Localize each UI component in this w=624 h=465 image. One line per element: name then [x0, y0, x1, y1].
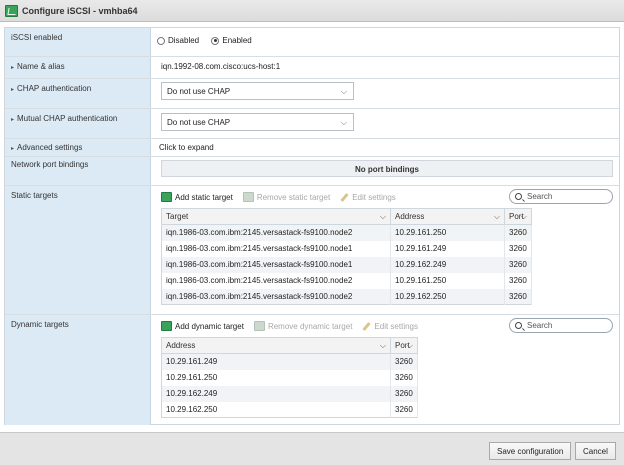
row-port-bindings: Network port bindings No port bindings [5, 157, 619, 186]
title-bar: Configure iSCSI - vmhba64 [0, 0, 624, 22]
row-advanced: ▸ Advanced settings Click to expand [5, 139, 619, 157]
remove-target-icon [242, 192, 254, 202]
table-row[interactable]: iqn.1986-03.com.ibm:2145.versastack-fs91… [161, 224, 532, 241]
add-target-icon [161, 192, 172, 202]
chap-label[interactable]: ▸ CHAP authentication [5, 79, 151, 108]
chevron-down-icon: ⌵ [493, 212, 500, 221]
static-targets-table: Target ⌵ Address ⌵ Port ⌵ iqn.1986-03.com.i… [161, 208, 532, 305]
remove-static-target-button[interactable]: Remove static target [242, 192, 330, 202]
row-mutual-chap: ▸ Mutual CHAP authentication Do not use C… [5, 109, 619, 139]
chevron-down-icon: ⌵ [340, 87, 347, 96]
row-iscsi-enabled: iSCSI enabled Disabled Enabled [5, 28, 619, 57]
dynamic-targets-table: Address ⌵ Port ⌵ 10.29.161.249 3260 10.29.1… [161, 337, 418, 418]
enabled-radio[interactable]: Enabled [211, 36, 252, 45]
chevron-down-icon: ⌵ [340, 118, 347, 127]
search-icon [515, 193, 522, 200]
disabled-radio[interactable]: Disabled [157, 36, 199, 45]
expand-caret-icon: ▸ [11, 146, 15, 152]
table-row[interactable]: 10.29.161.250 3260 [161, 369, 418, 386]
static-search-input[interactable]: Search [509, 189, 613, 204]
pencil-icon [362, 322, 371, 331]
expand-caret-icon: ▸ [11, 65, 15, 71]
radio-off-icon [157, 36, 165, 45]
config-form: iSCSI enabled Disabled Enabled ▸ Name & a… [4, 27, 620, 425]
pencil-icon [340, 193, 349, 202]
column-address[interactable]: Address ⌵ [161, 337, 391, 354]
cancel-button[interactable]: Cancel [575, 442, 616, 460]
add-dynamic-target-button[interactable]: Add dynamic target [161, 321, 244, 331]
port-bindings-label: Network port bindings [5, 157, 151, 185]
edit-static-settings-button[interactable]: Edit settings [340, 193, 396, 202]
table-row[interactable]: iqn.1986-03.com.ibm:2145.versastack-fs91… [161, 240, 532, 257]
column-target[interactable]: Target ⌵ [161, 208, 391, 225]
table-row[interactable]: iqn.1986-03.com.ibm:2145.versastack-fs91… [161, 288, 532, 305]
table-row[interactable]: iqn.1986-03.com.ibm:2145.versastack-fs91… [161, 272, 532, 289]
chap-select[interactable]: Do not use CHAP ⌵ [161, 82, 354, 100]
table-row[interactable]: 10.29.162.249 3260 [161, 385, 418, 402]
add-target-icon [161, 321, 172, 331]
chevron-down-icon: ⌵ [379, 212, 386, 221]
search-icon [515, 322, 522, 329]
table-row[interactable]: 10.29.161.249 3260 [161, 353, 418, 370]
save-configuration-button[interactable]: Save configuration [489, 442, 572, 460]
dialog-footer: Save configuration Cancel [0, 432, 624, 465]
expand-caret-icon: ▸ [11, 87, 15, 93]
table-row[interactable]: iqn.1986-03.com.ibm:2145.versastack-fs91… [161, 256, 532, 273]
no-port-bindings: No port bindings [161, 160, 613, 177]
mutual-chap-select[interactable]: Do not use CHAP ⌵ [161, 113, 354, 131]
click-to-expand-link[interactable]: Click to expand [159, 143, 214, 152]
dynamic-search-input[interactable]: Search [509, 318, 613, 333]
row-name-alias: ▸ Name & alias iqn.1992-08.com.cisco:ucs-… [5, 57, 619, 79]
chevron-down-icon: ⌵ [406, 341, 413, 350]
row-static-targets: Static targets Add static target Remove … [5, 186, 619, 315]
radio-on-icon [211, 36, 220, 45]
chevron-down-icon: ⌵ [520, 212, 527, 221]
iqn-name-value: iqn.1992-08.com.cisco:ucs-host:1 [161, 62, 281, 71]
column-port[interactable]: Port ⌵ [504, 208, 532, 225]
row-chap: ▸ CHAP authentication Do not use CHAP ⌵ [5, 79, 619, 109]
static-targets-toolbar: Add static target Remove static target E… [161, 191, 406, 203]
column-port[interactable]: Port ⌵ [390, 337, 418, 354]
dynamic-targets-toolbar: Add dynamic target Remove dynamic target… [161, 320, 428, 332]
vmware-host-icon [5, 4, 18, 17]
dynamic-targets-label: Dynamic targets [5, 315, 151, 425]
advanced-settings-label[interactable]: ▸ Advanced settings [5, 139, 151, 156]
expand-caret-icon: ▸ [11, 117, 15, 123]
edit-dynamic-settings-button[interactable]: Edit settings [362, 322, 418, 331]
remove-dynamic-target-button[interactable]: Remove dynamic target [253, 321, 352, 331]
table-row[interactable]: 10.29.162.250 3260 [161, 401, 418, 418]
remove-target-icon [253, 321, 265, 331]
mutual-chap-label[interactable]: ▸ Mutual CHAP authentication [5, 109, 151, 138]
column-address[interactable]: Address ⌵ [390, 208, 505, 225]
row-dynamic-targets: Dynamic targets Add dynamic target Remov… [5, 315, 619, 425]
iscsi-enabled-label: iSCSI enabled [5, 28, 151, 56]
static-targets-label: Static targets [5, 186, 151, 314]
name-alias-label[interactable]: ▸ Name & alias [5, 57, 151, 78]
chevron-down-icon: ⌵ [379, 341, 386, 350]
add-static-target-button[interactable]: Add static target [161, 192, 233, 202]
window-title: Configure iSCSI - vmhba64 [22, 5, 138, 16]
